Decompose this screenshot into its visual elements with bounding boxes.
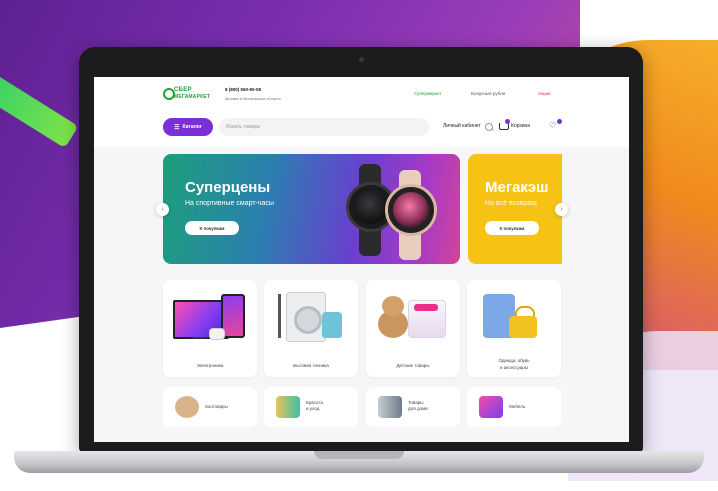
cart-badge (505, 119, 510, 124)
link-bonus-rubles[interactable]: Бонусные рубли (471, 91, 505, 96)
favorites-badge (557, 119, 562, 124)
favorites-heart-icon[interactable]: ♡ (549, 122, 556, 130)
cart-link[interactable]: Корзина (511, 123, 530, 129)
banner-subtitle: На всё возвращ (485, 200, 537, 207)
region-selector[interactable]: Москва и Московская область (225, 96, 281, 101)
link-supermarket[interactable]: Супермаркет (414, 91, 441, 96)
search-input[interactable] (219, 118, 429, 136)
handbag-image (509, 316, 537, 338)
diapers-logo (414, 304, 438, 311)
category-label-line2: и аксессуары (500, 365, 528, 370)
category-card-clothing[interactable]: Одежда, обувь и аксессуары (467, 280, 561, 377)
support-phone[interactable]: 8 (800) 550-90-08 (225, 87, 261, 92)
category-label: Зоотовары (205, 404, 228, 409)
category-small-beauty[interactable]: Красота и уход (264, 387, 358, 427)
promo-banner-supercenes[interactable]: Суперцены На спортивные смарт-часы К пок… (163, 154, 460, 264)
laptop-screen: СБЕР МЕГАМАРКЕТ 8 (800) 550-90-08 Москва… (94, 77, 629, 442)
account-link[interactable]: Личный кабинет (443, 123, 481, 129)
category-label-line2: для дома (408, 406, 428, 411)
search-row: ☰ Каталог Личный кабинет Корзина (163, 118, 562, 136)
logo-line1: СБЕР (174, 87, 192, 93)
category-card-appliances[interactable]: Бытовая техника (264, 280, 358, 377)
watch-face-dark (354, 190, 388, 224)
banner-shop-button[interactable]: К покупкам (485, 221, 539, 235)
category-small-pets[interactable]: Зоотовары (163, 387, 257, 427)
category-card-kids[interactable]: Детские товары (366, 280, 460, 377)
banner-title: Мегакэш (485, 179, 549, 196)
banner-subtitle: На спортивные смарт-часы (185, 200, 274, 207)
menu-icon: ☰ (174, 124, 180, 131)
category-small-home[interactable]: Товары для дома (366, 387, 460, 427)
logo-line2: МЕГАМАРКЕТ (174, 94, 211, 100)
category-label: Бытовая техника (293, 363, 329, 368)
category-label: Мебель (509, 404, 526, 409)
promo-banner-megacash[interactable]: Мегакэш На всё возвращ К покупкам (468, 154, 562, 264)
laptop-notch (314, 451, 404, 459)
category-small-furniture[interactable]: Мебель (467, 387, 561, 427)
category-card-electronics[interactable]: Электроника (163, 280, 257, 377)
site-header: СБЕР МЕГАМАРКЕТ 8 (800) 550-90-08 Москва… (94, 77, 629, 147)
vacuum-image (278, 294, 281, 338)
watch-face-pink (393, 192, 429, 228)
banner-shop-button[interactable]: К покупкам (185, 221, 239, 235)
laptop-base (14, 451, 704, 473)
category-label-line1: Одежда, обувь (498, 358, 530, 363)
catalog-label: Каталог (182, 124, 202, 130)
carousel-next-arrow-icon[interactable]: › (555, 203, 568, 216)
home-goods-image (378, 396, 402, 418)
kettle-image (322, 312, 342, 338)
link-promotions[interactable]: Акции (538, 91, 551, 96)
furniture-image (479, 396, 503, 418)
washer-door (294, 306, 322, 334)
category-label-line2: и уход (306, 406, 320, 411)
cosmetics-image (276, 396, 300, 418)
category-label: Детские товары (396, 363, 430, 368)
tv-stand (193, 337, 207, 339)
category-label: Электроника (196, 363, 224, 368)
banner-title: Суперцены (185, 179, 271, 196)
cart-icon[interactable] (499, 123, 509, 130)
earbuds-image (209, 328, 225, 340)
catalog-button[interactable]: ☰ Каталог (163, 118, 213, 136)
teddy-bear-head (382, 296, 404, 316)
search-icon[interactable] (485, 123, 493, 131)
pet-image (175, 396, 199, 418)
camera-icon (359, 57, 364, 62)
carousel-prev-arrow-icon[interactable]: ‹ (156, 203, 169, 216)
